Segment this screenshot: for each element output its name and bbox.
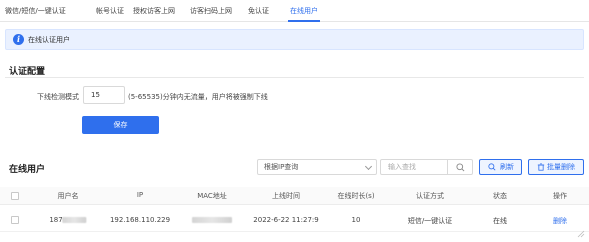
column-header: 状态 — [493, 192, 507, 200]
column-header: MAC地址 — [197, 192, 227, 200]
resize-handle-icon[interactable] — [577, 230, 585, 238]
online-time-cell: 2022-6-22 11:27:9 — [253, 216, 319, 224]
delete-link[interactable]: 删除 — [553, 216, 567, 226]
column-header: 认证方式 — [416, 192, 444, 200]
username-cell: 187 — [49, 216, 87, 224]
column-header: 操作 — [553, 192, 567, 200]
offline-mode-label: 下线检测模式 — [37, 93, 79, 101]
section-divider — [5, 77, 584, 78]
search-input[interactable]: 输入查找 — [380, 159, 448, 175]
offline-mode-hint: (5-65535)分钟内无流量，用户将被强制下线 — [128, 93, 268, 101]
info-banner: i 在线认证用户 — [5, 29, 584, 50]
duration-cell: 10 — [351, 216, 361, 224]
tab-no-auth[interactable]: 免认证 — [248, 6, 269, 16]
tab-guest-qr[interactable]: 访客扫码上网 — [190, 6, 232, 16]
redacted-block — [192, 217, 232, 223]
online-users-title: 在线用户 — [9, 165, 46, 175]
refresh-label: 刷新 — [500, 163, 514, 171]
save-button[interactable]: 保存 — [82, 116, 159, 134]
refresh-icon — [488, 163, 496, 171]
query-type-select[interactable]: 根据IP查询 — [257, 159, 377, 175]
select-all-checkbox[interactable] — [11, 192, 19, 200]
ip-cell: 192.168.110.229 — [109, 216, 171, 224]
query-type-value: 根据IP查询 — [264, 163, 299, 171]
column-header: 上线时间 — [272, 192, 300, 200]
offline-mode-input[interactable]: 15 — [83, 86, 125, 104]
info-icon: i — [13, 34, 24, 45]
mac-cell — [192, 216, 232, 224]
table-row: 187 192.168.110.229 2022-6-22 11:27:9 10… — [0, 208, 589, 232]
chevron-down-icon — [364, 162, 373, 171]
search-icon — [456, 163, 465, 172]
status-cell: 在线 — [493, 217, 507, 225]
batch-delete-button[interactable]: 批量删除 — [528, 159, 584, 175]
search-button[interactable] — [447, 159, 473, 175]
row-checkbox[interactable] — [11, 216, 19, 224]
active-tab-indicator — [288, 20, 320, 22]
table-header: 用户名 IP MAC地址 上线时间 在线时长(s) 认证方式 状态 操作 — [0, 187, 589, 205]
column-header: 在线时长(s) — [337, 192, 375, 200]
info-banner-text: 在线认证用户 — [28, 36, 70, 44]
auth-method-cell: 短信/一键认证 — [407, 217, 453, 225]
auth-config-title: 认证配置 — [9, 67, 46, 77]
tab-online-users[interactable]: 在线用户 — [290, 6, 318, 16]
tab-wechat-sms-auth[interactable]: 微信/短信/一键认证 — [5, 6, 66, 16]
refresh-button[interactable]: 刷新 — [479, 159, 522, 175]
tab-authorized-guest[interactable]: 授权访客上网 — [133, 6, 175, 16]
column-header: IP — [136, 191, 144, 199]
tab-bar: 微信/短信/一键认证 帐号认证 授权访客上网 访客扫码上网 免认证 在线用户 — [0, 0, 589, 22]
username-prefix: 187 — [49, 216, 63, 224]
trash-icon — [537, 163, 545, 171]
column-header: 用户名 — [57, 192, 79, 200]
redacted-block — [62, 217, 87, 223]
batch-delete-label: 批量删除 — [547, 163, 575, 171]
tab-account-auth[interactable]: 帐号认证 — [96, 6, 124, 16]
